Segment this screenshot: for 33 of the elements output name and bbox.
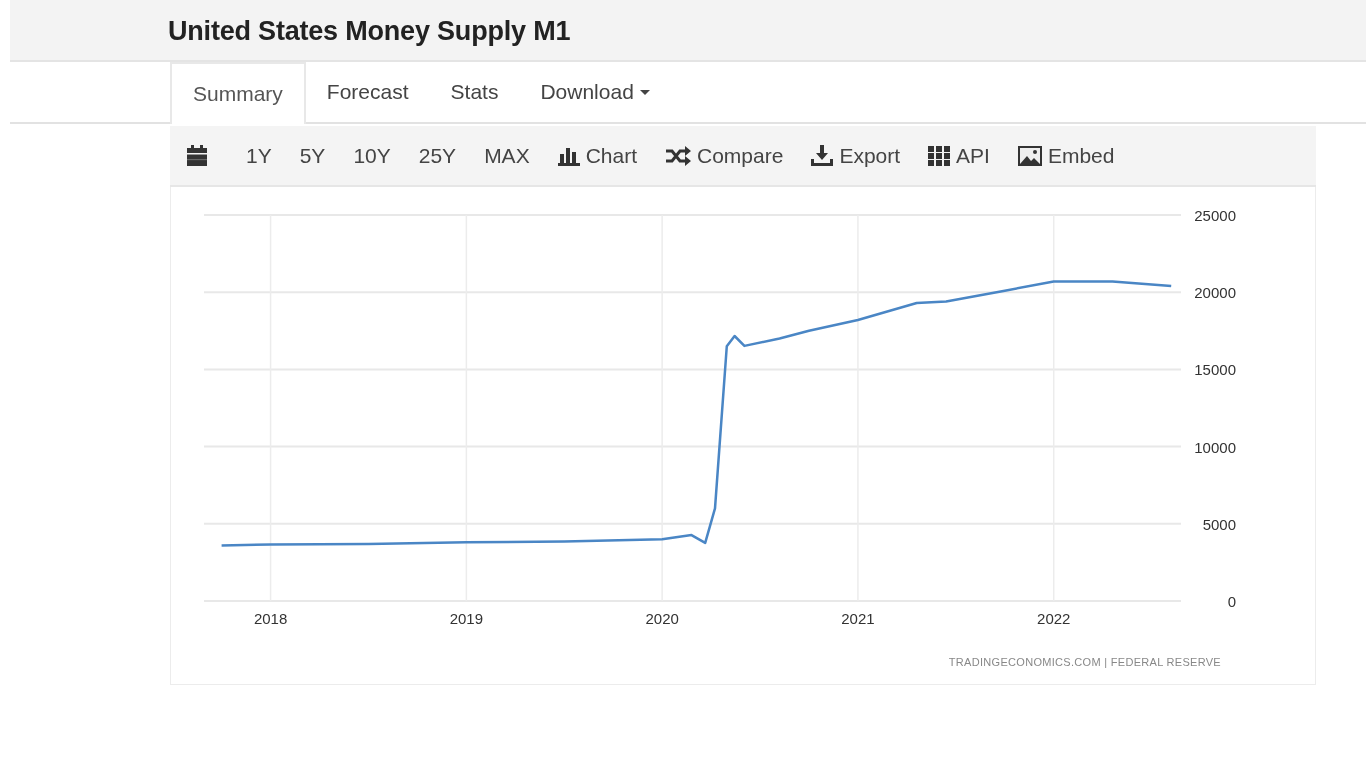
shuffle-icon [665, 145, 691, 166]
toolbar-button[interactable]: Export [797, 135, 915, 176]
range-button[interactable]: 25Y [404, 135, 471, 176]
range-button[interactable]: MAX [470, 135, 544, 176]
y-axis-label: 5000 [1202, 515, 1236, 533]
source-note: TRADINGECONOMICS.COM | FEDERAL RESERVE [948, 656, 1221, 668]
x-axis-label: 2021 [841, 610, 875, 627]
x-axis-label: 2020 [645, 610, 679, 627]
grid-icon [928, 145, 951, 166]
nav-tab[interactable]: Summary [170, 62, 306, 124]
toolbar-button[interactable]: Embed [1003, 135, 1129, 176]
range-button[interactable]: 5Y [285, 135, 340, 176]
y-axis-label: 10000 [1194, 438, 1236, 456]
x-axis-label: 2022 [1037, 610, 1071, 627]
range-button[interactable]: 1Y [232, 135, 286, 176]
x-axis-label: 2018 [253, 610, 288, 627]
download-icon [811, 145, 834, 166]
page-title: United States Money Supply M1 [168, 15, 572, 48]
toolbar-button[interactable]: Compare [651, 135, 798, 176]
nav-tab[interactable]: Forecast [305, 62, 430, 122]
range-button[interactable]: 10Y [339, 135, 405, 176]
nav-tab[interactable]: Stats [429, 62, 520, 122]
toolbar-button[interactable]: Chart [543, 135, 651, 176]
bar-chart-icon [557, 145, 580, 166]
y-axis-label: 0 [1227, 593, 1236, 610]
image-icon [1017, 145, 1042, 166]
x-axis-label: 2019 [449, 610, 484, 627]
y-axis-label: 15000 [1194, 361, 1236, 379]
toolbar-button[interactable]: API [914, 135, 1004, 176]
y-axis-label: 20000 [1194, 284, 1236, 302]
y-axis-label: 25000 [1194, 207, 1236, 224]
calendar-icon[interactable] [186, 144, 208, 167]
nav-tab[interactable]: Download [519, 62, 671, 122]
